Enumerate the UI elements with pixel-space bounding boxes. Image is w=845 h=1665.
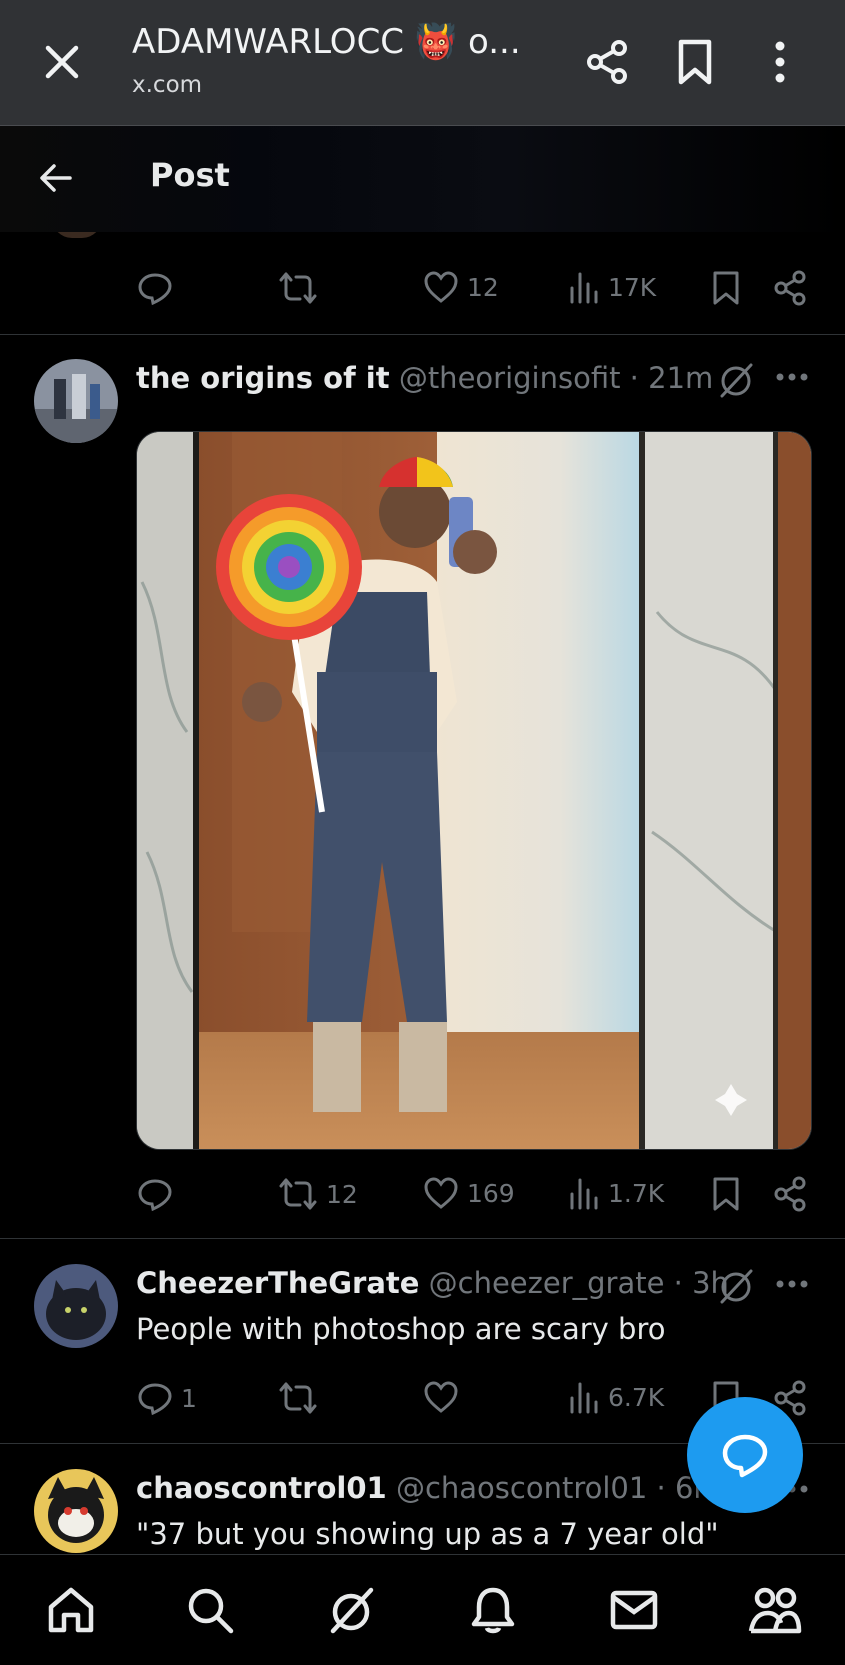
heart-icon <box>423 270 459 304</box>
post1-like-button[interactable]: 169 <box>423 1176 515 1210</box>
retweet-icon <box>278 270 318 306</box>
prev-view-count: 17K <box>608 272 657 302</box>
reply-icon <box>720 1431 770 1479</box>
post2-text: People with photoshop are scary bro <box>136 1312 666 1346</box>
bookmark-outline-icon <box>710 270 742 306</box>
more-vert-icon[interactable] <box>770 38 790 86</box>
grok-icon[interactable] <box>716 360 756 400</box>
post1-reply-button[interactable] <box>137 1176 173 1212</box>
post2-retweet-button[interactable] <box>278 1380 318 1416</box>
messages-envelope-icon[interactable] <box>609 1585 659 1635</box>
share-icon <box>773 1176 807 1212</box>
reply-icon <box>137 1380 173 1416</box>
home-icon[interactable] <box>46 1585 96 1635</box>
post2-views-button[interactable]: 6.7K <box>568 1380 664 1414</box>
share-icon[interactable] <box>583 38 631 86</box>
display-name: the origins of it <box>136 361 390 395</box>
views-icon <box>568 1380 600 1414</box>
view-count: 1.7K <box>608 1178 665 1208</box>
prev-reply-button[interactable] <box>137 270 173 306</box>
communities-icon[interactable] <box>748 1585 802 1635</box>
more-horizontal-icon[interactable] <box>776 372 808 382</box>
handle-time: @cheezer_grate · 3h <box>428 1266 729 1300</box>
post1-share-button[interactable] <box>773 1176 807 1212</box>
post1-bookmark-button[interactable] <box>710 1176 742 1212</box>
back-arrow-icon[interactable] <box>36 158 76 198</box>
views-icon <box>568 1176 600 1210</box>
post2-author[interactable]: CheezerTheGrate @cheezer_grate · 3h <box>136 1266 729 1300</box>
handle-time: @theoriginsofit · 21m <box>398 361 714 395</box>
page-header: Post <box>0 126 845 232</box>
more-horizontal-icon[interactable] <box>776 1279 808 1289</box>
grok-icon[interactable] <box>716 1266 756 1306</box>
custom-tab-bar: ADAMWARLOCC 👹 o... x.com <box>0 0 845 126</box>
bottom-navigation <box>0 1554 845 1665</box>
avatar[interactable] <box>34 1469 118 1553</box>
display-name: CheezerTheGrate <box>136 1266 420 1300</box>
display-name: chaoscontrol01 <box>136 1471 387 1505</box>
view-count: 6.7K <box>608 1382 665 1412</box>
grok-icon[interactable] <box>327 1585 377 1635</box>
post3-text: "37 but you showing up as a 7 year old" <box>136 1517 719 1551</box>
handle-time: @chaoscontrol01 · 6h <box>395 1471 712 1505</box>
retweet-icon <box>278 1176 318 1212</box>
post2-like-button[interactable] <box>423 1380 459 1414</box>
prev-retweet-button[interactable] <box>278 270 318 306</box>
post1-author[interactable]: the origins of it @theoriginsofit · 21m <box>136 361 713 395</box>
notifications-bell-icon[interactable] <box>468 1585 518 1635</box>
divider <box>0 1238 845 1239</box>
like-count: 169 <box>467 1178 515 1208</box>
reply-icon <box>137 1176 173 1212</box>
avatar[interactable] <box>34 1264 118 1348</box>
share-icon <box>773 270 807 306</box>
compose-reply-button[interactable] <box>687 1397 803 1513</box>
reply-count: 1 <box>181 1383 197 1413</box>
views-icon <box>568 270 600 304</box>
prev-like-button[interactable]: 12 <box>423 270 499 304</box>
prev-share-button[interactable] <box>773 270 807 306</box>
post3-author[interactable]: chaoscontrol01 @chaoscontrol01 · 6h <box>136 1471 712 1505</box>
retweet-count: 12 <box>326 1179 358 1209</box>
prev-views-button[interactable]: 17K <box>568 270 656 304</box>
bookmark-outline-icon <box>710 1176 742 1212</box>
heart-icon <box>423 1380 459 1414</box>
search-icon[interactable] <box>185 1585 235 1635</box>
heart-icon <box>423 1176 459 1210</box>
post-image[interactable] <box>136 431 812 1150</box>
avatar[interactable] <box>34 359 118 443</box>
prev-bookmark-button[interactable] <box>710 270 742 306</box>
post2-reply-button[interactable]: 1 <box>137 1380 197 1416</box>
retweet-icon <box>278 1380 318 1416</box>
divider <box>0 334 845 335</box>
close-icon[interactable] <box>40 40 84 84</box>
prev-like-count: 12 <box>467 272 499 302</box>
tab-url: x.com <box>132 72 203 98</box>
post1-retweet-button[interactable]: 12 <box>278 1176 358 1212</box>
tab-title: ADAMWARLOCC 👹 o... <box>132 22 521 62</box>
page-title: Post <box>150 156 230 194</box>
bookmark-icon[interactable] <box>675 38 715 86</box>
post1-views-button[interactable]: 1.7K <box>568 1176 664 1210</box>
reply-icon <box>137 270 173 306</box>
